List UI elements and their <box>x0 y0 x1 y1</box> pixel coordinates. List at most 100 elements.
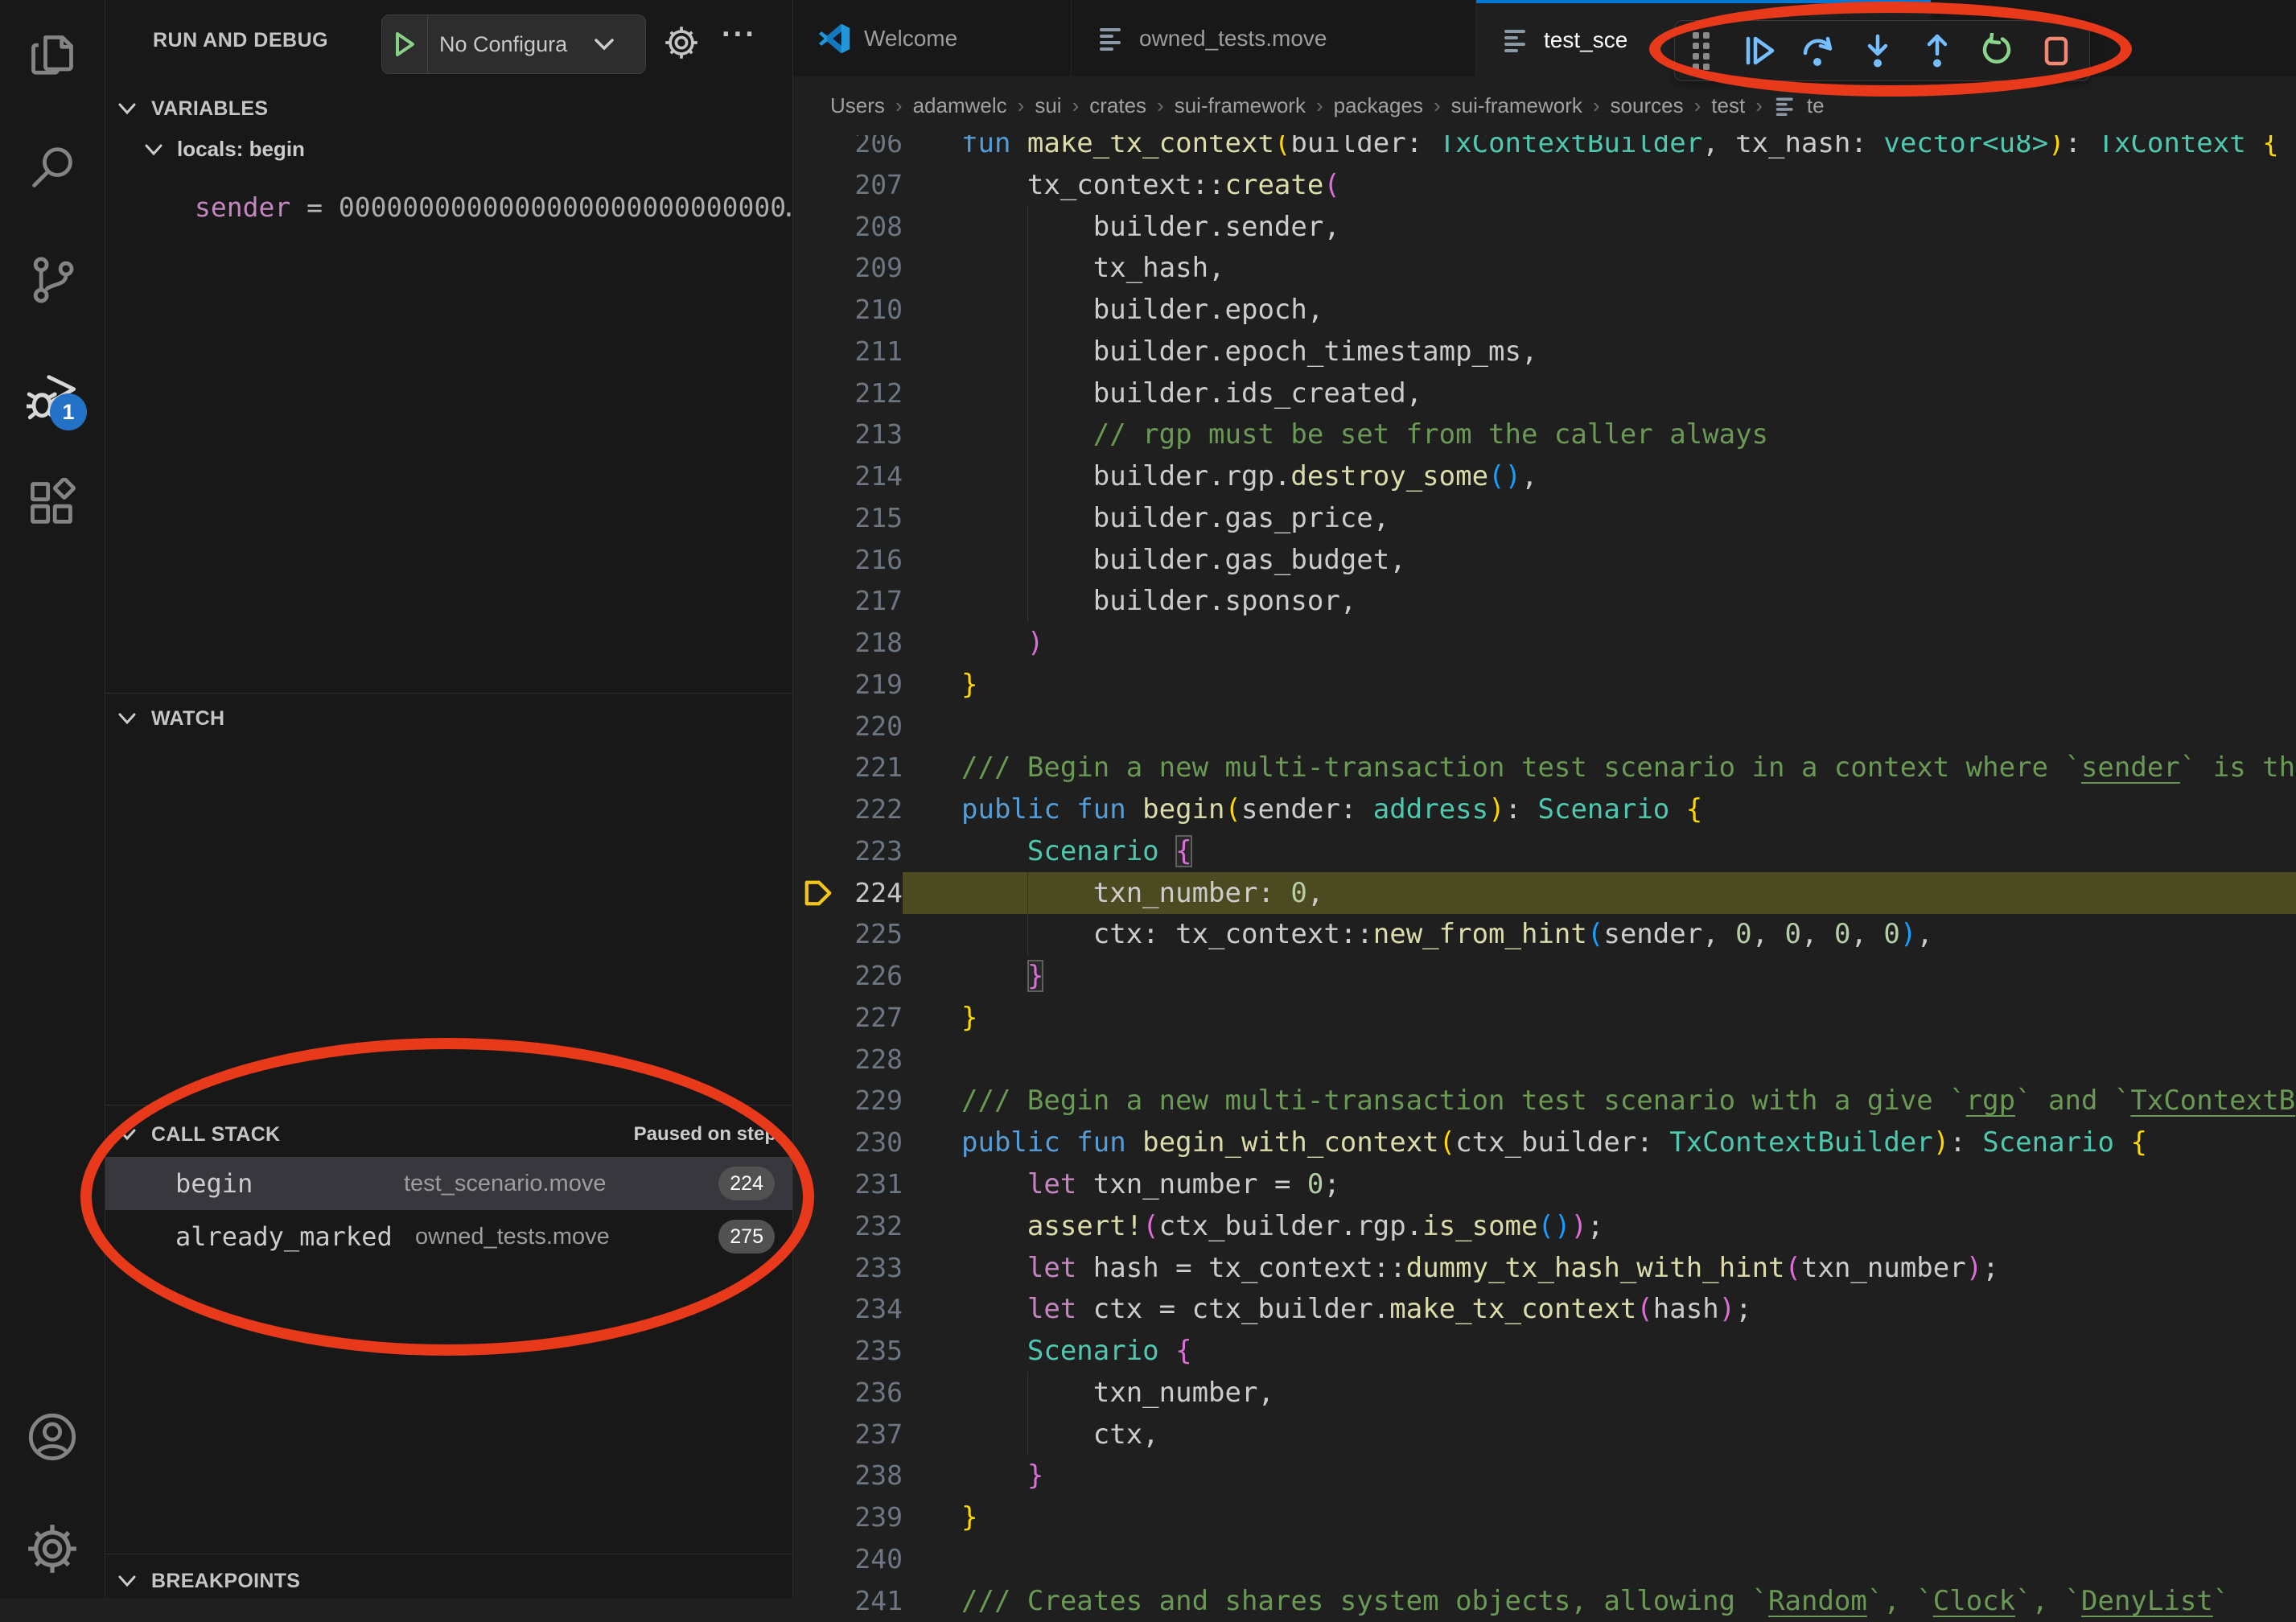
breadcrumb-separator: › <box>1694 93 1701 118</box>
glyph-margin <box>793 788 840 830</box>
drag-handle-icon[interactable] <box>1693 32 1717 69</box>
stop-button[interactable] <box>2039 33 2074 68</box>
debug-settings-gear-icon[interactable] <box>664 25 699 60</box>
line-content: builder.sponsor, <box>951 580 2296 622</box>
breadcrumb-item[interactable]: sui-framework <box>1451 93 1582 118</box>
line-content: } <box>951 1455 2296 1496</box>
line-number: 230 <box>840 1122 903 1163</box>
breadcrumb: Users›adamwelc›sui›crates›sui-framework›… <box>793 76 2296 135</box>
step-over-button[interactable] <box>1800 33 1836 68</box>
line-number: 210 <box>840 289 903 331</box>
start-debug-icon[interactable] <box>382 15 428 73</box>
variables-scope-row[interactable]: locals: begin <box>143 137 305 162</box>
source-control-icon[interactable] <box>27 254 78 306</box>
breadcrumb-item[interactable]: packages <box>1334 93 1423 118</box>
indent-guide <box>1027 1414 1028 1455</box>
line-content: Scenario { <box>951 830 2296 872</box>
breadcrumb-separator: › <box>1157 93 1164 118</box>
line-content: ) <box>951 622 2296 664</box>
glyph-margin <box>793 1372 840 1414</box>
code-line-226: 226 } <box>793 955 2296 997</box>
line-content: builder.ids_created, <box>951 373 2296 414</box>
tab-label: Welcome <box>864 26 957 51</box>
line-number: 220 <box>840 706 903 747</box>
glyph-margin <box>793 706 840 747</box>
section-watch[interactable]: WATCH <box>105 696 792 741</box>
code-line-240: 240 <box>793 1538 2296 1580</box>
line-content: } <box>951 955 2296 997</box>
code-line-213: 213 // rgp must be set from the caller a… <box>793 414 2296 455</box>
frame-file: owned_tests.move <box>415 1224 610 1250</box>
step-into-button[interactable] <box>1860 33 1895 68</box>
move-file-icon <box>1500 25 1531 56</box>
breadcrumb-item[interactable]: sui <box>1035 93 1061 118</box>
activity-bar: 1 <box>0 0 105 1598</box>
restart-button[interactable] <box>1979 33 2014 68</box>
line-content: tx_context::create( <box>951 164 2296 206</box>
glyph-margin <box>793 1330 840 1372</box>
breadcrumb-file[interactable]: te <box>1807 93 1825 118</box>
call-stack-label: CALL STACK <box>151 1123 280 1147</box>
code-line-218: 218 ) <box>793 622 2296 664</box>
start-debug-dropdown[interactable]: No Configura <box>381 14 646 74</box>
call-stack-frame-already_marked[interactable]: already_markedowned_tests.move275 <box>105 1210 792 1263</box>
call-stack-frame-begin[interactable]: begintest_scenario.move224 <box>105 1157 792 1210</box>
indent-guide <box>1027 331 1028 373</box>
account-icon[interactable] <box>27 1411 78 1463</box>
line-content: builder.rgp.destroy_some(), <box>951 455 2296 497</box>
breadcrumb-item[interactable]: test <box>1711 93 1745 118</box>
line-number: 208 <box>840 206 903 248</box>
glyph-margin <box>793 206 840 248</box>
tab-welcome[interactable]: Welcome <box>793 0 1072 76</box>
glyph-margin <box>793 1122 840 1163</box>
glyph-margin <box>793 830 840 872</box>
line-number: 237 <box>840 1414 903 1455</box>
line-content <box>951 706 2296 747</box>
search-icon[interactable] <box>27 142 78 193</box>
variable-value: 0000000000000000000000000000… <box>339 191 792 223</box>
extensions-icon[interactable] <box>27 478 78 529</box>
breadcrumb-item[interactable]: adamwelc <box>913 93 1007 118</box>
settings-gear-icon[interactable] <box>27 1523 78 1575</box>
breadcrumb-item[interactable]: sui-framework <box>1175 93 1306 118</box>
line-content <box>951 1039 2296 1081</box>
line-number: 217 <box>840 580 903 622</box>
continue-button[interactable] <box>1741 33 1776 68</box>
line-content: // rgp must be set from the caller alway… <box>951 414 2296 455</box>
line-content: let hash = tx_context::dummy_tx_hash_wit… <box>951 1247 2296 1289</box>
indent-guide <box>1027 455 1028 497</box>
step-out-button[interactable] <box>1920 33 1955 68</box>
line-number: 211 <box>840 331 903 373</box>
glyph-margin <box>793 580 840 622</box>
more-actions-icon[interactable]: ··· <box>722 18 757 52</box>
line-content: builder.epoch_timestamp_ms, <box>951 331 2296 373</box>
section-variables[interactable]: VARIABLES <box>105 86 792 131</box>
breadcrumb-separator: › <box>1593 93 1600 118</box>
breadcrumb-item[interactable]: Users <box>830 93 885 118</box>
line-content: } <box>951 664 2296 706</box>
variable-row[interactable]: sender = 0000000000000000000000000000… <box>195 191 792 223</box>
code-line-227: 227} <box>793 997 2296 1039</box>
code-line-233: 233 let hash = tx_context::dummy_tx_hash… <box>793 1247 2296 1289</box>
breadcrumb-separator: › <box>1755 93 1763 118</box>
watch-label: WATCH <box>151 707 224 731</box>
code-line-234: 234 let ctx = ctx_builder.make_tx_contex… <box>793 1288 2296 1330</box>
code-editor[interactable]: 206fun make_tx_context(builder: TxContex… <box>793 0 2296 1598</box>
tab-owned-tests-move[interactable]: owned_tests.move <box>1072 0 1476 76</box>
line-content: let ctx = ctx_builder.make_tx_context(ha… <box>951 1288 2296 1330</box>
sidebar-title: RUN AND DEBUG <box>153 29 328 52</box>
breadcrumb-item[interactable]: crates <box>1089 93 1146 118</box>
line-content: assert!(ctx_builder.rgp.is_some()); <box>951 1205 2296 1247</box>
line-number: 207 <box>840 164 903 206</box>
explorer-icon[interactable] <box>27 31 78 82</box>
breadcrumb-item[interactable]: sources <box>1611 93 1684 118</box>
code-line-217: 217 builder.sponsor, <box>793 580 2296 622</box>
code-line-216: 216 builder.gas_budget, <box>793 539 2296 581</box>
glyph-margin <box>793 1580 840 1622</box>
code-line-224: 224 txn_number: 0, <box>793 872 2296 914</box>
tab-label: owned_tests.move <box>1139 26 1327 51</box>
indent-guide <box>1027 913 1028 955</box>
line-content: builder.sender, <box>951 206 2296 248</box>
section-breakpoints[interactable]: BREAKPOINTS <box>105 1558 792 1603</box>
code-line-236: 236 txn_number, <box>793 1372 2296 1414</box>
